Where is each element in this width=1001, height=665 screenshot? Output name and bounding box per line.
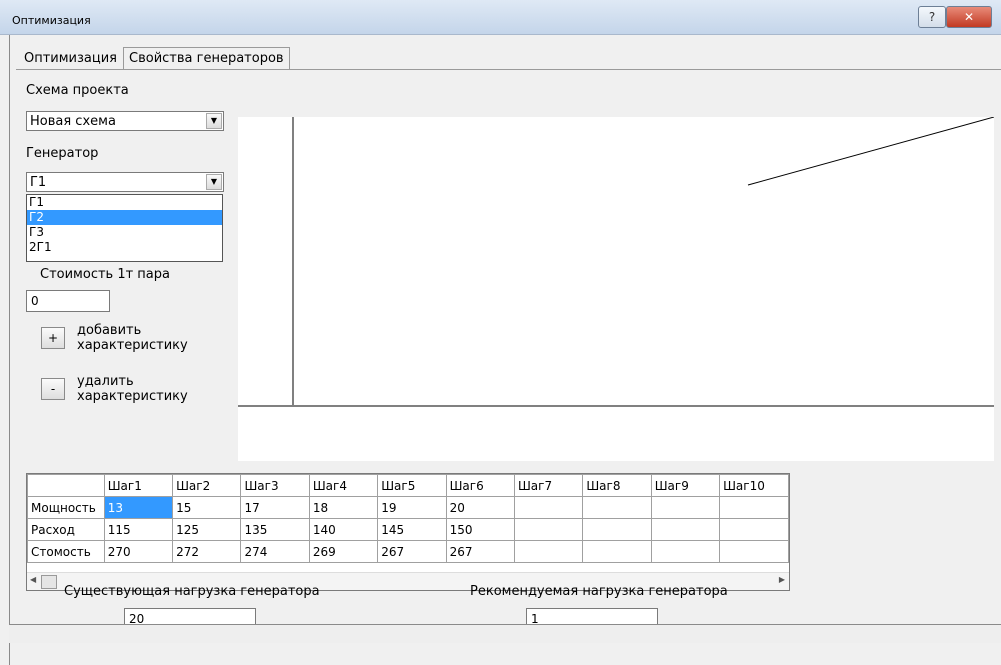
scroll-left-icon[interactable]: ◀ [30, 575, 36, 584]
table-cell-selected[interactable]: 13 [103, 496, 174, 519]
remove-characteristic-button[interactable]: - [41, 378, 65, 400]
table-cell[interactable] [719, 540, 789, 563]
table-cell[interactable]: 150 [445, 518, 515, 541]
tab-optimization[interactable]: Оптимизация [18, 47, 124, 69]
table-cell[interactable]: 18 [308, 496, 379, 519]
generator-option[interactable]: Г1 [27, 195, 222, 210]
column-header[interactable]: Шаг9 [650, 474, 721, 497]
chart-canvas [238, 116, 995, 407]
add-characteristic-button[interactable]: + [41, 327, 65, 349]
remove-characteristic-label: удалить характеристику [77, 374, 188, 404]
table-cell[interactable] [582, 540, 652, 563]
row-header[interactable]: Расход [27, 518, 105, 541]
close-icon: ✕ [963, 10, 975, 24]
characteristic-chart [238, 116, 995, 461]
table-cell[interactable]: 267 [377, 540, 447, 563]
steam-cost-input[interactable] [27, 291, 109, 311]
column-header[interactable]: Шаг4 [308, 474, 379, 497]
table-cell[interactable] [513, 496, 584, 519]
table-cell[interactable] [650, 518, 721, 541]
column-header[interactable]: Шаг1 [103, 474, 174, 497]
generator-label: Генератор [26, 146, 99, 161]
table-cell[interactable]: 267 [445, 540, 515, 563]
recommended-load-label: Рекомендуемая нагрузка генератора [470, 584, 728, 599]
generator-value: Г1 [30, 175, 47, 190]
tab-generator-properties[interactable]: Свойства генераторов [123, 47, 290, 69]
chevron-down-icon[interactable]: ▼ [206, 113, 222, 129]
chevron-down-icon[interactable]: ▼ [206, 174, 222, 190]
table-cell[interactable] [582, 496, 652, 519]
steps-grid[interactable]: Шаг1 Шаг2 Шаг3 Шаг4 Шаг5 Шаг6 Шаг7 Шаг8 … [26, 473, 790, 591]
window-client: Оптимизация Свойства генераторов Схема п… [9, 35, 1001, 665]
column-header[interactable]: Шаг10 [719, 474, 789, 497]
table-cell[interactable]: 135 [240, 518, 310, 541]
characteristic-line [747, 116, 995, 186]
generator-option[interactable]: Г3 [27, 225, 222, 240]
table-row: Стомость 270 272 274 269 267 267 [27, 540, 789, 563]
table-row: Мощность 13 15 17 18 19 20 [27, 496, 789, 519]
corner-cell [27, 474, 105, 497]
column-header[interactable]: Шаг7 [513, 474, 584, 497]
column-header[interactable]: Шаг5 [377, 474, 447, 497]
generator-dropdown-list: Г1 Г2 Г3 2Г1 [26, 194, 223, 262]
status-bar [9, 624, 1001, 643]
column-header[interactable]: Шаг3 [240, 474, 310, 497]
table-cell[interactable]: 140 [308, 518, 379, 541]
table-cell[interactable] [650, 496, 721, 519]
row-header[interactable]: Стомость [27, 540, 105, 563]
generator-option-selected[interactable]: Г2 [27, 210, 222, 225]
table-cell[interactable]: 125 [172, 518, 242, 541]
scheme-value: Новая схема [30, 114, 116, 129]
column-header[interactable]: Шаг2 [172, 474, 242, 497]
table-cell[interactable] [582, 518, 652, 541]
table-cell[interactable]: 145 [377, 518, 447, 541]
scheme-combobox[interactable]: Новая схема ▼ [26, 111, 224, 131]
generator-option[interactable]: 2Г1 [27, 240, 222, 255]
steam-cost-field[interactable] [26, 290, 110, 312]
help-icon: ? [928, 10, 936, 24]
row-header[interactable]: Мощность [27, 496, 105, 519]
steps-table: Шаг1 Шаг2 Шаг3 Шаг4 Шаг5 Шаг6 Шаг7 Шаг8 … [27, 474, 789, 563]
steam-cost-label: Стоимость 1т пара [40, 267, 170, 282]
table-cell[interactable]: 20 [445, 496, 515, 519]
table-cell[interactable] [513, 518, 584, 541]
close-button[interactable]: ✕ [946, 6, 992, 28]
table-cell[interactable]: 272 [172, 540, 242, 563]
title-bar: Оптимизация ? ✕ [0, 0, 1001, 35]
table-cell[interactable] [719, 496, 789, 519]
generator-combobox[interactable]: Г1 ▼ [26, 172, 224, 192]
help-button[interactable]: ? [918, 6, 946, 28]
current-load-label: Существующая нагрузка генератора [64, 584, 320, 599]
scrollbar-thumb[interactable] [41, 575, 57, 589]
table-cell[interactable]: 274 [240, 540, 310, 563]
table-row: Расход 115 125 135 140 145 150 [27, 518, 789, 541]
table-cell[interactable] [513, 540, 584, 563]
window-title: Оптимизация [12, 14, 91, 27]
table-cell[interactable]: 270 [103, 540, 174, 563]
table-cell[interactable]: 15 [172, 496, 242, 519]
table-cell[interactable]: 269 [308, 540, 379, 563]
column-header[interactable]: Шаг8 [582, 474, 652, 497]
add-characteristic-label: добавить характеристику [77, 323, 188, 353]
scheme-label: Схема проекта [26, 83, 129, 98]
scroll-right-icon[interactable]: ▶ [779, 575, 785, 584]
header-row: Шаг1 Шаг2 Шаг3 Шаг4 Шаг5 Шаг6 Шаг7 Шаг8 … [27, 474, 789, 497]
table-cell[interactable]: 115 [103, 518, 174, 541]
tab-strip: Оптимизация Свойства генераторов [18, 47, 290, 69]
table-cell[interactable] [719, 518, 789, 541]
table-cell[interactable] [650, 540, 721, 563]
table-cell[interactable]: 17 [240, 496, 310, 519]
column-header[interactable]: Шаг6 [445, 474, 515, 497]
table-cell[interactable]: 19 [377, 496, 447, 519]
